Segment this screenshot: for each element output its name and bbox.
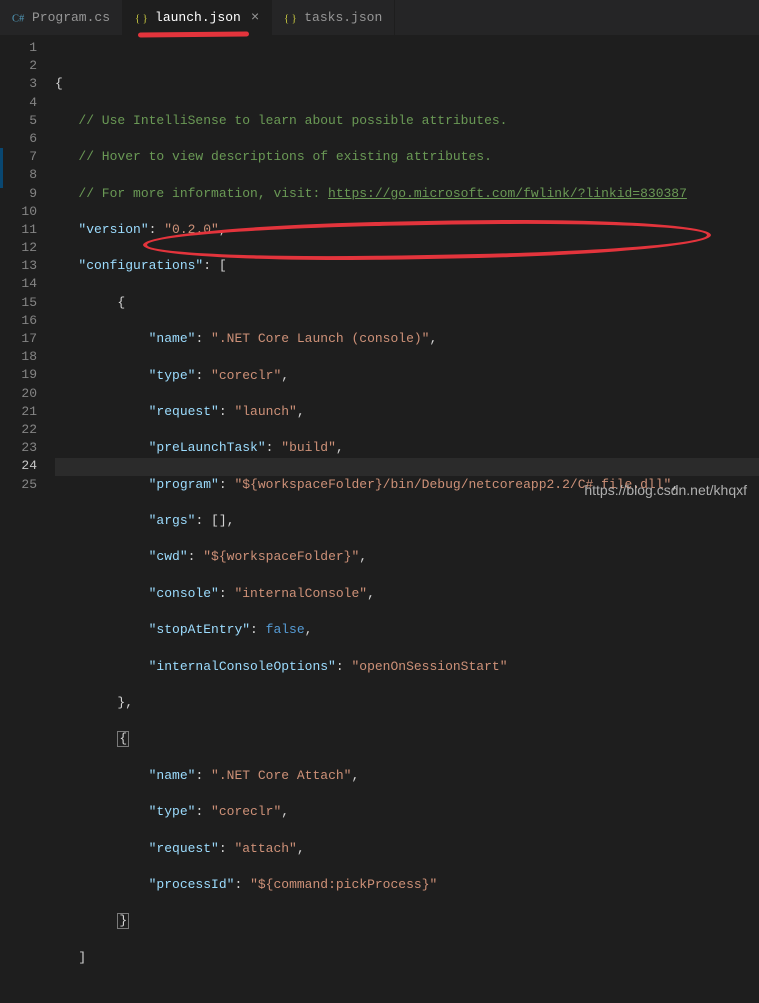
tab-tasks-json[interactable]: { } tasks.json [272,0,395,35]
json-icon: { } [284,11,298,25]
tab-label: Program.cs [32,10,110,25]
matching-brace: } [117,913,129,929]
csharp-icon: C# [12,11,26,25]
tab-program-cs[interactable]: C# Program.cs [0,0,123,35]
svg-text:C#: C# [12,13,25,24]
tab-label: tasks.json [304,10,382,25]
json-icon: { } [135,11,149,25]
editor[interactable]: 1234567891011121314151617181920212223242… [0,35,759,506]
svg-text:{ }: { } [284,13,297,24]
line-numbers: 1234567891011121314151617181920212223242… [0,35,55,506]
gutter-marker [0,148,3,188]
tab-bar: C# Program.cs { } launch.json × { } task… [0,0,759,35]
tab-launch-json[interactable]: { } launch.json × [123,0,272,35]
code-area[interactable]: { // Use IntelliSense to learn about pos… [55,35,759,506]
matching-brace: { [117,731,129,747]
watermark: https://blog.csdn.net/khqxf [584,482,747,498]
close-icon[interactable]: × [247,10,259,26]
tab-label: launch.json [155,10,241,25]
svg-text:{ }: { } [135,13,148,24]
